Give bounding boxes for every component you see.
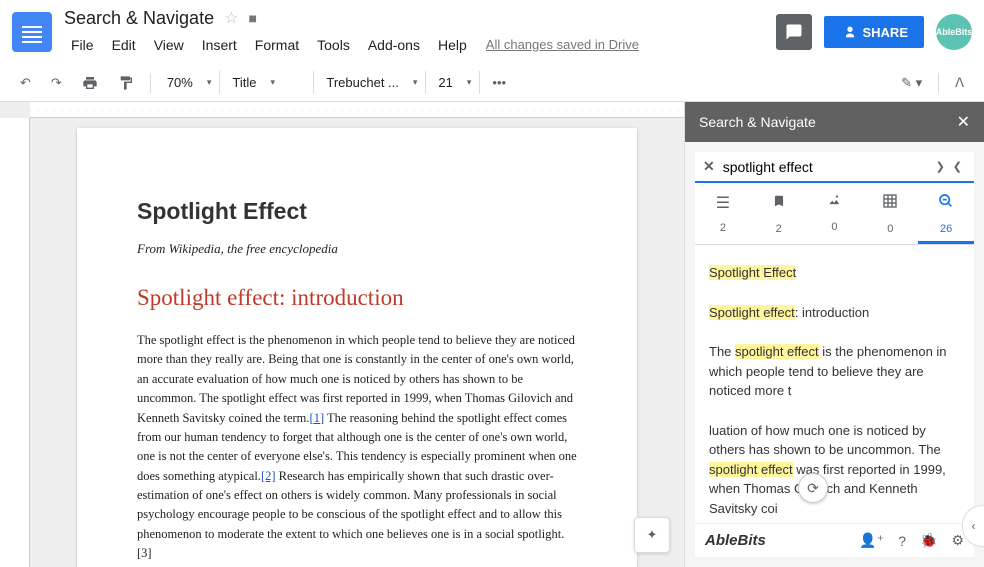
comments-icon[interactable] — [776, 14, 812, 50]
account-avatar[interactable]: AbleBits — [936, 14, 972, 50]
menu-insert[interactable]: Insert — [195, 33, 244, 57]
image-icon — [807, 193, 863, 212]
menu-format[interactable]: Format — [248, 33, 306, 57]
save-status[interactable]: All changes saved in Drive — [486, 37, 639, 52]
fontsize-select[interactable]: 21 — [430, 71, 480, 94]
search-row: ✕ ❯ ❮ — [695, 152, 974, 183]
sidebar-title: Search & Navigate — [699, 114, 816, 130]
star-icon[interactable]: ☆ — [224, 8, 238, 28]
tab-search[interactable]: 26 — [918, 183, 974, 244]
settings-icon[interactable]: ⚙ — [951, 532, 964, 549]
addon-logo[interactable]: AbleBits — [705, 532, 845, 549]
help-icon[interactable]: ? — [898, 533, 906, 549]
text-icon: ☰ — [695, 193, 751, 213]
search-results[interactable]: Spotlight Effect Spotlight effect: intro… — [695, 245, 974, 523]
print-icon[interactable] — [74, 69, 106, 97]
clear-search-icon[interactable]: ✕ — [703, 158, 715, 175]
document-title[interactable]: Search & Navigate — [64, 8, 214, 29]
menu-edit[interactable]: Edit — [105, 33, 143, 57]
page[interactable]: Spotlight Effect From Wikipedia, the fre… — [77, 128, 637, 567]
menu-view[interactable]: View — [147, 33, 191, 57]
menu-help[interactable]: Help — [431, 33, 474, 57]
refresh-icon[interactable]: ⟳ — [798, 473, 828, 503]
undo-icon[interactable]: ↶ — [12, 69, 39, 97]
account-icon[interactable]: 👤⁺ — [859, 532, 884, 549]
addon-sidebar: Search & Navigate ✕ ✕ ❯ ❮ ☰2 2 0 0 26 Sp… — [684, 102, 984, 567]
more-toolbar-icon[interactable]: ••• — [484, 71, 514, 94]
heading-intro[interactable]: Spotlight effect: introduction — [137, 285, 577, 311]
ruler-horizontal — [30, 102, 684, 118]
document-scroll[interactable]: Spotlight Effect From Wikipedia, the fre… — [30, 118, 684, 567]
page-subtitle[interactable]: From Wikipedia, the free encyclopedia — [137, 241, 577, 257]
search-result[interactable]: Spotlight effect: introduction — [695, 293, 974, 333]
bookmark-icon — [751, 193, 807, 214]
tab-text[interactable]: ☰2 — [695, 183, 751, 244]
citation-2[interactable]: [2] — [261, 469, 276, 483]
page-title[interactable]: Spotlight Effect — [137, 198, 577, 225]
ruler-vertical — [0, 118, 30, 567]
search-result[interactable]: luation of how much one is noticed by ot… — [695, 411, 974, 524]
close-icon[interactable]: ✕ — [957, 112, 970, 132]
document-pane: Spotlight Effect From Wikipedia, the fre… — [0, 102, 684, 567]
menu-addons[interactable]: Add-ons — [361, 33, 427, 57]
share-button[interactable]: SHARE — [824, 16, 924, 48]
search-icon — [918, 193, 974, 214]
menu-tools[interactable]: Tools — [310, 33, 357, 57]
redo-icon[interactable]: ↷ — [43, 69, 70, 97]
edit-mode-icon[interactable]: ✎ ▾ — [893, 69, 930, 97]
zoom-select[interactable]: 70% — [159, 71, 221, 94]
bug-icon[interactable]: 🐞 — [920, 532, 937, 549]
next-result-icon[interactable]: ❯ — [932, 160, 949, 173]
body-paragraph[interactable]: The spotlight effect is the phenomenon i… — [137, 331, 577, 564]
style-select[interactable]: Title — [224, 71, 314, 94]
paint-format-icon[interactable] — [110, 69, 142, 97]
citation-1[interactable]: [1] — [310, 411, 325, 425]
explore-button[interactable]: ✦ — [634, 517, 670, 553]
tab-bookmarks[interactable]: 2 — [751, 183, 807, 244]
menu-file[interactable]: File — [64, 33, 101, 57]
search-result[interactable]: The spotlight effect is the phenomenon i… — [695, 332, 974, 411]
prev-result-icon[interactable]: ❮ — [949, 160, 966, 173]
search-input[interactable] — [723, 159, 932, 175]
table-icon — [862, 193, 918, 214]
tab-images[interactable]: 0 — [807, 183, 863, 244]
share-label: SHARE — [862, 25, 908, 40]
folder-icon[interactable]: ■ — [248, 10, 256, 26]
docs-logo[interactable] — [12, 12, 52, 52]
font-select[interactable]: Trebuchet ... — [318, 71, 426, 94]
search-result[interactable]: Spotlight Effect — [695, 253, 974, 293]
collapse-toolbar-icon[interactable]: ᐱ — [947, 69, 972, 97]
tab-tables[interactable]: 0 — [862, 183, 918, 244]
